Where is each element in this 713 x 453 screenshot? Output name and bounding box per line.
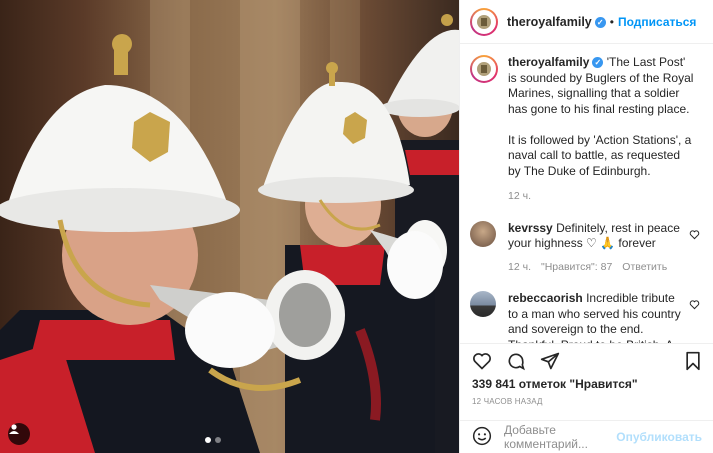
caption-username[interactable]: theroyalfamily ✓ bbox=[508, 55, 604, 69]
caption-text-2: It is followed by 'Action Stations', a n… bbox=[508, 132, 692, 178]
separator-dot: • bbox=[609, 14, 614, 29]
buglers-illustration bbox=[0, 0, 459, 453]
share-icon[interactable] bbox=[540, 351, 560, 371]
carousel-dots bbox=[205, 437, 221, 443]
carousel-dot bbox=[215, 437, 221, 443]
follow-button[interactable]: Подписаться bbox=[618, 15, 696, 29]
royal-crest-icon bbox=[477, 62, 491, 76]
reply-button[interactable]: Ответить bbox=[622, 260, 667, 276]
caption-time: 12 ч. bbox=[508, 190, 531, 202]
heart-icon[interactable] bbox=[689, 297, 700, 315]
royal-crest-icon bbox=[477, 14, 491, 29]
action-bar bbox=[460, 343, 713, 377]
bookmark-icon[interactable] bbox=[684, 351, 702, 371]
verified-icon: ✓ bbox=[592, 57, 604, 68]
avatar[interactable] bbox=[470, 7, 498, 36]
likes-count[interactable]: 339 841 отметок "Нравится" bbox=[472, 377, 638, 391]
add-comment-bar: Добавьте комментарий... Опубликовать bbox=[460, 420, 713, 453]
heart-icon[interactable] bbox=[472, 351, 492, 371]
comment-time: 12 ч. bbox=[508, 260, 531, 273]
emoji-icon[interactable] bbox=[472, 426, 492, 449]
avatar[interactable] bbox=[470, 55, 498, 83]
comment-username[interactable]: kevrssy bbox=[508, 221, 553, 235]
carousel-dot bbox=[205, 437, 211, 443]
post-header: theroyalfamily ✓ • Подписаться bbox=[460, 0, 713, 44]
comment-icon[interactable] bbox=[506, 351, 526, 371]
comment-item: kevrssy Definitely, rest in peace your h… bbox=[470, 220, 704, 276]
posted-time: 12 ЧАСОВ НАЗАД bbox=[472, 397, 543, 406]
verified-icon: ✓ bbox=[594, 16, 606, 28]
avatar[interactable] bbox=[470, 220, 496, 247]
post-panel: theroyalfamily ✓ • Подписаться theroyalfa… bbox=[459, 0, 713, 453]
comments-list[interactable]: theroyalfamily ✓ 'The Last Post' is sound… bbox=[460, 45, 713, 343]
avatar[interactable] bbox=[470, 291, 496, 317]
publish-button[interactable]: Опубликовать bbox=[616, 430, 702, 444]
user-tag-icon[interactable] bbox=[8, 423, 30, 445]
username-link[interactable]: theroyalfamily ✓ bbox=[507, 15, 606, 29]
post-photo[interactable] bbox=[0, 0, 459, 453]
comment-input[interactable]: Добавьте комментарий... bbox=[504, 423, 616, 451]
comment-likes[interactable]: "Нравится": 87 bbox=[541, 260, 612, 276]
comment-username[interactable]: rebeccaorish bbox=[508, 291, 583, 305]
comment-item: rebeccaorish Incredible tribute to a man… bbox=[470, 291, 704, 343]
heart-icon[interactable] bbox=[689, 227, 700, 245]
caption: theroyalfamily ✓ 'The Last Post' is sound… bbox=[470, 55, 704, 205]
